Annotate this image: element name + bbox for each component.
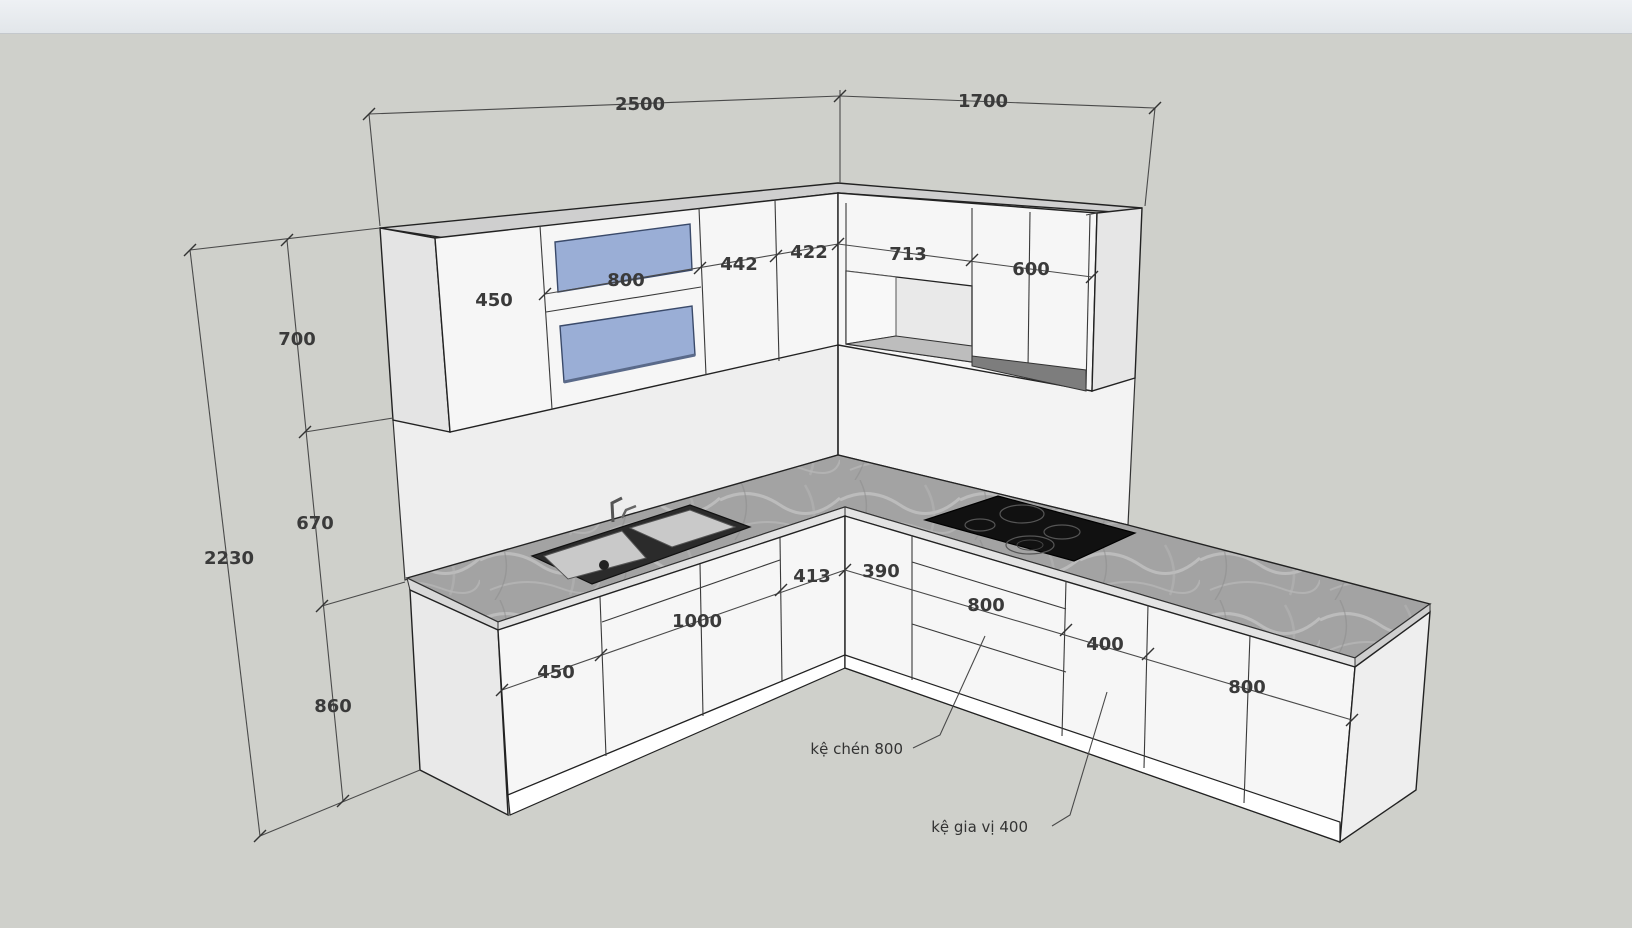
dim-upper-450: 450 (475, 290, 513, 311)
dim-upper-713: 713 (889, 244, 927, 265)
dim-base-1000: 1000 (672, 611, 722, 632)
dim-base-413: 413 (793, 566, 831, 587)
dim-base-800-a: 800 (967, 595, 1005, 616)
kitchen-drawing: 2500 1700 2230 700 670 860 450 800 442 4… (183, 89, 1432, 844)
dim-upper-600: 600 (1012, 259, 1050, 280)
dim-width-wall-a: 2500 (615, 94, 665, 115)
dim-width-wall-b: 1700 (958, 91, 1008, 112)
dim-upper-442: 442 (720, 254, 758, 275)
dim-base-400: 400 (1086, 634, 1124, 655)
dim-base-height: 860 (314, 696, 352, 717)
dim-upper-422: 422 (790, 242, 828, 263)
dim-base-390: 390 (862, 561, 900, 582)
dim-upper-800: 800 (607, 270, 645, 291)
dim-total-height: 2230 (204, 548, 254, 569)
note-dish-rack: kệ chén 800 (810, 740, 903, 758)
dim-upper-height: 700 (278, 329, 316, 350)
note-spice-rack: kệ gia vị 400 (931, 818, 1028, 836)
dim-gap-height: 670 (296, 513, 334, 534)
dim-base-800-b: 800 (1228, 677, 1266, 698)
dim-base-450: 450 (537, 662, 575, 683)
